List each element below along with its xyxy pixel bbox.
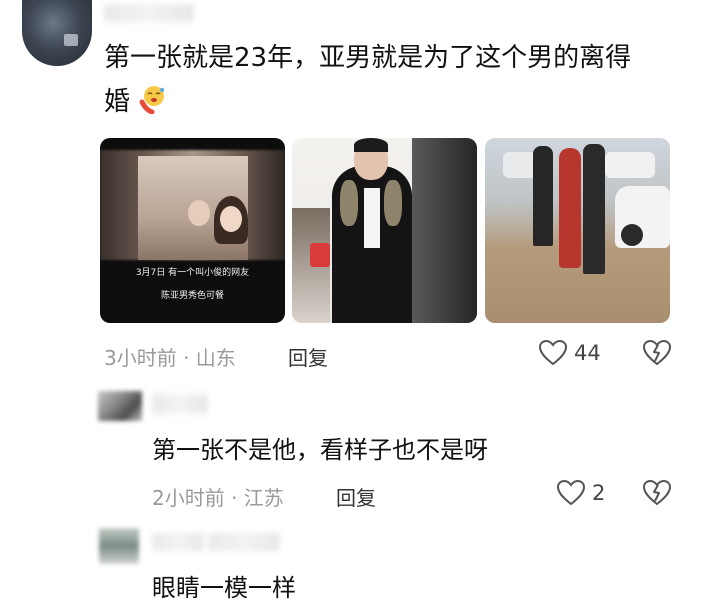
comment-text-line2: 婚: [104, 80, 168, 124]
comment-image-1[interactable]: 3月7日 有一个叫小俊的网友 陈亚男秀色可餐: [100, 138, 285, 323]
comment-text-line2-content: 婚: [104, 87, 131, 117]
reply-2-text: 眼睛一模一样: [152, 574, 296, 602]
image-1-couple-photo: [138, 156, 248, 260]
commenter-avatar[interactable]: [22, 0, 92, 66]
image-1-caption-2: 陈亚男秀色可餐: [160, 291, 224, 301]
comment-image-3[interactable]: [485, 138, 670, 323]
comment-text-line1: 第一张就是23年，亚男就是为了这个男的离得: [104, 43, 632, 73]
comment-meta: 3小时前 · 山东: [104, 346, 236, 370]
dislike-icon[interactable]: [642, 339, 672, 366]
avatar-badge: [64, 34, 78, 46]
reply-1-name-blurred[interactable]: [152, 394, 208, 414]
hot-face-icon: [138, 84, 168, 114]
comment-image-2[interactable]: [292, 138, 477, 323]
commenter-name-blurred[interactable]: [104, 4, 194, 22]
like-count: 44: [574, 341, 601, 365]
reply-1-like-icon[interactable]: [556, 479, 586, 506]
reply-2-name-blurred[interactable]: [152, 533, 204, 551]
reply-1-avatar[interactable]: [98, 391, 142, 421]
reply-1-dislike-icon[interactable]: [642, 479, 672, 506]
reply-1-reply-button[interactable]: 回复: [336, 482, 376, 511]
reply-2-target-name-blurred[interactable]: [208, 533, 280, 551]
image-1-caption-1: 3月7日 有一个叫小俊的网友: [135, 268, 250, 278]
like-icon[interactable]: [538, 339, 568, 366]
reply-button[interactable]: 回复: [288, 342, 328, 371]
reply-1-text: 第一张不是他，看样子也不是呀: [152, 436, 488, 464]
reply-1-meta: 2小时前 · 江苏: [152, 486, 284, 510]
reply-2-avatar[interactable]: [99, 528, 139, 564]
reply-1-like-count: 2: [592, 481, 606, 505]
